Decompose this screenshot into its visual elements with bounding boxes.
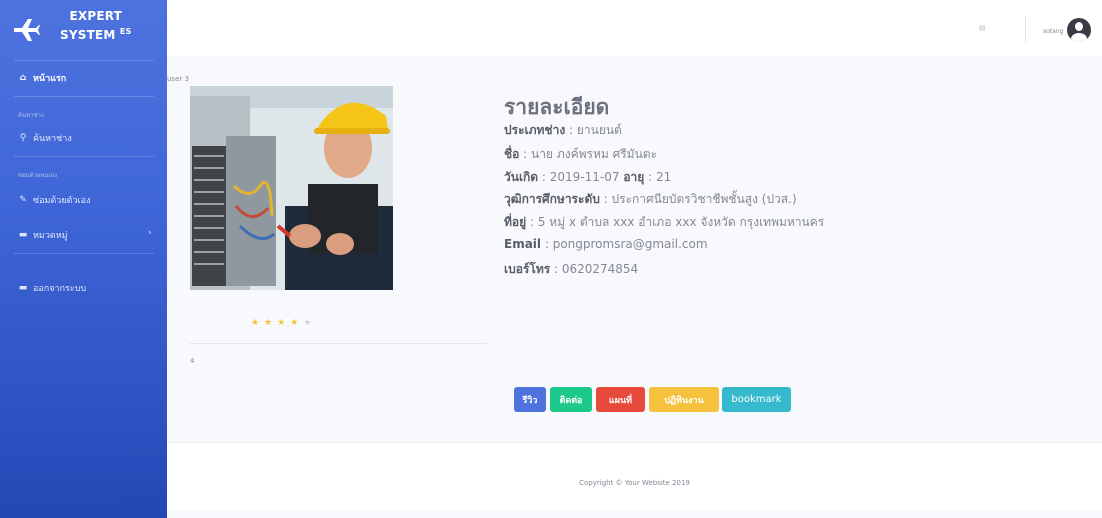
detail-label: ที่อยู่ <box>504 215 527 229</box>
search-icon: ⚲ <box>19 133 27 143</box>
technician-photo <box>190 86 393 290</box>
detail-label: อายุ <box>623 170 645 184</box>
detail-phone: เบอร์โทร : 0620274854 <box>504 260 638 279</box>
brand[interactable]: EXPERT SYSTEM ES <box>0 0 167 56</box>
sidebar-heading: ซ่อมด้วยตนเอง <box>18 172 57 179</box>
user-tag: user 3 <box>167 75 189 83</box>
detail-type: ประเภทช่าง : ยานยนต์ <box>504 121 622 140</box>
review-button[interactable]: รีวิว <box>514 387 546 412</box>
folder-icon: ▬ <box>18 230 28 240</box>
detail-label: วุฒิการศึกษาระดับ <box>504 192 600 206</box>
sidebar-item-label: หน้าแรก <box>33 74 67 84</box>
footer-bottom-strip <box>167 510 1102 518</box>
sidebar-item-label: ซ่อมด้วยตัวเอง <box>33 196 91 206</box>
rating-stars: ★★★★★ <box>251 318 316 328</box>
topbar-divider <box>1025 16 1026 42</box>
footer: Copyright © Your Website 2019 <box>167 442 1102 518</box>
sidebar-item-category[interactable]: ▬ หมวดหมู่ <box>18 228 68 242</box>
home-icon: ⌂ <box>19 73 27 83</box>
detail-value: : ประกาศนียบัตรวิชาชีพชั้นสูง (ปวส.) <box>599 192 797 206</box>
detail-address: ที่อยู่ : 5 หมู่ x ตำบล xxx อำเภอ xxx จั… <box>504 213 824 232</box>
detail-label: Email <box>504 237 542 251</box>
detail-label: วันเกิด <box>504 170 539 184</box>
sidebar-item-diy[interactable]: ✎ ซ่อมด้วยตัวเอง <box>18 193 90 207</box>
detail-name: ชื่อ : นาย ภงค์พรหม ศรีมันตะ <box>504 145 657 164</box>
rating-count: 4 <box>190 357 195 365</box>
sidebar-item-label: ออกจากระบบ <box>33 284 87 294</box>
topbar: ▤ sotang <box>167 0 1102 56</box>
sidebar-item-label: หมวดหมู่ <box>33 231 68 241</box>
sidebar: EXPERT SYSTEM ES ⌂ หน้าแรก ค้นหาช่าง ⚲ ค… <box>0 0 167 518</box>
star-icon[interactable]: ★ <box>251 318 264 328</box>
chevron-right-icon: › <box>148 228 152 238</box>
copyright-text: Copyright © Your Website 2019 <box>579 479 690 487</box>
topbar-username[interactable]: sotang <box>1043 28 1063 35</box>
brand-line1: EXPERT <box>69 9 123 23</box>
brand-sup: ES <box>119 27 132 36</box>
detail-label: ชื่อ <box>504 147 520 161</box>
star-icon[interactable]: ★ <box>277 318 290 328</box>
detail-label: เบอร์โทร <box>504 262 551 276</box>
sidebar-divider <box>14 60 154 61</box>
detail-email: Email : pongpromsra@gmail.com <box>504 237 708 251</box>
contact-button[interactable]: ติดต่อ <box>550 387 592 412</box>
menu-icon[interactable]: ▤ <box>979 24 986 32</box>
sidebar-heading: ค้นหาช่าง <box>18 112 44 119</box>
detail-value: : นาย ภงค์พรหม ศรีมันตะ <box>519 147 658 161</box>
bookmark-button[interactable]: bookmark <box>722 387 791 412</box>
avatar[interactable] <box>1067 18 1091 42</box>
brand-line2: SYSTEM <box>60 28 116 42</box>
sidebar-divider <box>14 253 154 254</box>
technician-image <box>190 86 393 290</box>
wrench-icon: ✎ <box>19 195 27 205</box>
star-icon[interactable]: ★ <box>290 318 303 328</box>
detail-value: : 0620274854 <box>550 262 639 276</box>
sidebar-item-home[interactable]: ⌂ หน้าแรก <box>18 71 66 85</box>
detail-value: : ยานยนต์ <box>565 123 622 137</box>
folder-icon: ▬ <box>18 283 28 293</box>
sidebar-item-label: ค้นหาช่าง <box>33 134 72 144</box>
sidebar-item-logout[interactable]: ▬ ออกจากระบบ <box>18 281 86 295</box>
detail-value: : pongpromsra@gmail.com <box>541 237 708 251</box>
divider <box>190 343 487 344</box>
detail-label: ประเภทช่าง <box>504 123 566 137</box>
brand-title: EXPERT SYSTEM ES <box>60 9 132 43</box>
sidebar-item-search[interactable]: ⚲ ค้นหาช่าง <box>18 131 72 145</box>
detail-birth: วันเกิด : 2019-11-07 อายุ : 21 <box>504 168 671 187</box>
star-icon[interactable]: ★ <box>264 318 277 328</box>
airplane-icon <box>14 19 40 41</box>
detail-value: : 2019-11-07 <box>538 170 624 184</box>
detail-education: วุฒิการศึกษาระดับ : ประกาศนียบัตรวิชาชีพ… <box>504 190 797 209</box>
detail-value: : 21 <box>644 170 672 184</box>
map-button[interactable]: แผนที่ <box>596 387 645 412</box>
detail-value: : 5 หมู่ x ตำบล xxx อำเภอ xxx จังหวัด กร… <box>526 215 825 229</box>
star-icon[interactable]: ★ <box>303 318 316 328</box>
page-title: รายละเอียด <box>504 95 610 119</box>
calendar-button[interactable]: ปฏิทินงาน <box>649 387 719 412</box>
sidebar-divider <box>14 156 154 157</box>
sidebar-divider <box>14 96 154 97</box>
